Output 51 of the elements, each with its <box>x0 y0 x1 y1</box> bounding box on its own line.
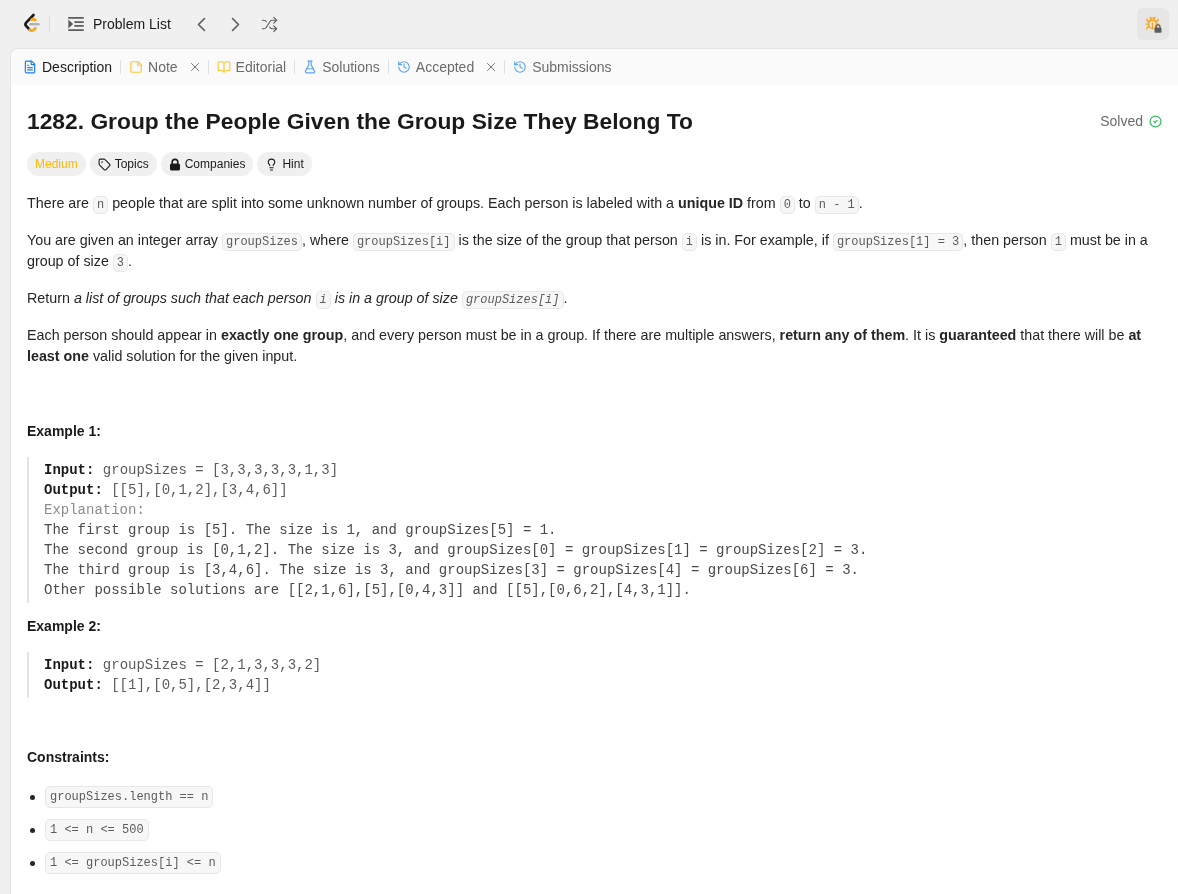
check-circle-icon <box>1149 114 1162 128</box>
example-line: Input: groupSizes = [2,1,3,3,3,2] <box>44 656 323 675</box>
note-icon <box>129 60 144 74</box>
lock-icon <box>168 157 181 171</box>
tab[interactable]: Note <box>125 53 182 81</box>
tag-icon <box>97 157 111 171</box>
constraint-code: 1 <= groupSizes[i] <= n <box>45 852 221 874</box>
chevron-right-icon <box>231 16 241 32</box>
description-paragraph: There are n people that are split into some unknown number of groups. Each person is labeled with a unique ID from 0 to n - 1 . <box>27 194 864 214</box>
example-line: Explanation: <box>44 501 146 520</box>
shuffle-icon <box>261 15 279 33</box>
example-line: Output: [[1],[0,5],[2,3,4]] <box>44 676 272 695</box>
description-paragraph: You are given an integer array groupSizes , where groupSizes[i] is the size of the group that person i is in. For example, if groupSizes[1] = 3 , then person 1 must be in a group of size 3 . <box>27 231 1149 272</box>
example-line: Input: groupSizes = [3,3,3,3,3,1,3] <box>44 461 340 480</box>
solved-status: Solved <box>1100 111 1143 131</box>
list-icon <box>68 17 84 31</box>
problem-list-button[interactable]: Problem List <box>62 8 177 40</box>
difficulty-badge: Medium <box>27 152 86 176</box>
example-line: The third group is [3,4,6]. The size is 3, and groupSizes[3] = groupSizes[4] = groupSizes[6] = 3. <box>44 561 860 580</box>
tab[interactable]: Description <box>19 53 117 81</box>
description-paragraph: Return a list of groups such that each person i is in a group of size groupSizes[i] . <box>27 289 569 309</box>
book-icon <box>216 60 231 74</box>
constraint-code: groupSizes.length == n <box>45 786 214 808</box>
example-line: The first group is [5]. The size is 1, and groupSizes[5] = 1. <box>44 521 558 540</box>
example-heading: Example 1: <box>27 422 102 441</box>
tag-chip[interactable]: Topics <box>89 152 157 176</box>
bullet-icon <box>30 827 35 833</box>
description-paragraph: Each person should appear in exactly one group, and every person must be in a group. If there are multiple answers, return any of them. It is guaranteed that there will be at least one valid solution for the given input. <box>27 326 1143 366</box>
tab[interactable]: Submissions <box>509 53 616 81</box>
bullet-icon <box>30 794 35 800</box>
flask-icon <box>303 60 318 74</box>
example-line: The second group is [0,1,2]. The size is 3, and groupSizes[0] = groupSizes[1] = groupSizes[2] = 3. <box>44 541 869 560</box>
bullet-icon <box>30 860 35 866</box>
logo-icon[interactable] <box>21 13 41 35</box>
example-heading: Example 2: <box>27 617 102 636</box>
example-line: Other possible solutions are [[2,1,6],[5],[0,4,3]] and [[5],[0,6,2],[4,3,1]]. <box>44 581 692 600</box>
tab[interactable]: Editorial <box>212 53 291 81</box>
history-icon <box>396 60 411 74</box>
tag-chip[interactable]: Companies <box>160 152 254 176</box>
tab[interactable]: Accepted <box>392 53 479 81</box>
tab[interactable]: Solutions <box>299 53 384 81</box>
problem-title: 1282. Group the People Given the Group Size They Belong To <box>27 107 693 136</box>
tag-chip[interactable]: Hint <box>257 152 312 176</box>
constraints-heading: Constraints: <box>27 748 111 767</box>
debug-button[interactable] <box>1137 8 1169 40</box>
constraint-code: 1 <= n <= 500 <box>45 819 149 841</box>
document-icon <box>23 60 37 74</box>
chevron-left-icon <box>197 16 207 32</box>
example-line: Output: [[5],[0,1,2],[3,4,6]] <box>44 481 289 500</box>
bug-lock-icon <box>1145 16 1161 32</box>
history-icon <box>513 60 528 74</box>
